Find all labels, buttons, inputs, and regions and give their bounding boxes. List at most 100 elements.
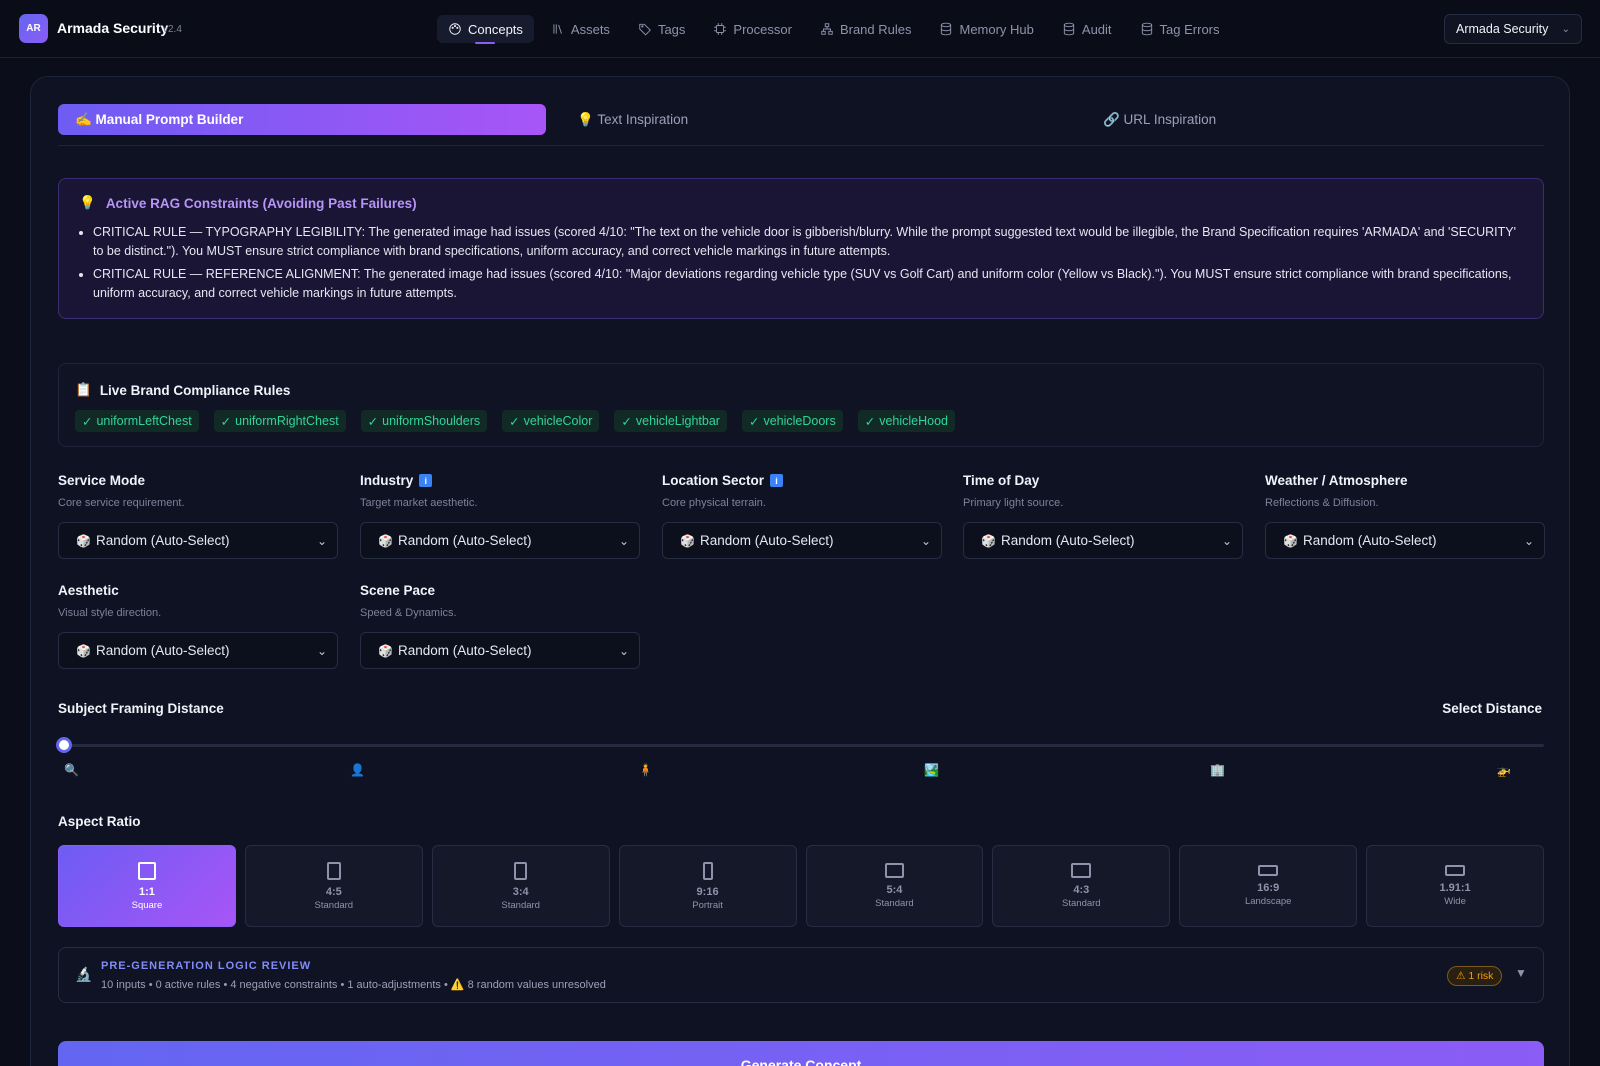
compliance-chip: ✓ vehicleDoors: [741, 410, 843, 432]
brand-compliance-panel: 📋 Live Brand Compliance Rules ✓ uniformLe…: [58, 363, 1544, 447]
prompt-builder-card: ✍️ Manual Prompt Builder 💡 Text Inspirat…: [30, 76, 1570, 1066]
portrait-shape-icon: [326, 861, 341, 880]
check-icon: ✓: [220, 414, 232, 429]
chevron-down-icon: ⌄: [316, 533, 327, 548]
nav-memory-hub[interactable]: Memory Hub: [928, 15, 1044, 43]
cpu-icon: [714, 23, 727, 35]
framing-label: Subject Framing Distance: [58, 701, 224, 716]
field-weather: Weather / Atmosphere Reflections & Diffu…: [1265, 473, 1545, 559]
nav-brand-rules[interactable]: Brand Rules: [809, 15, 923, 43]
info-icon[interactable]: i: [770, 474, 784, 487]
nav-label: Concepts: [468, 21, 523, 37]
person-standing-icon[interactable]: 🧍: [638, 763, 653, 777]
dice-icon: 🎲: [680, 533, 695, 548]
chip-label: vehicleLightbar: [635, 414, 720, 428]
field-label-text: Time of Day: [963, 473, 1040, 488]
chevron-down-icon: ⌄: [1561, 23, 1570, 35]
dice-icon: 🎲: [981, 533, 996, 548]
scene-pace-select[interactable]: 🎲 Random (Auto-Select) ⌄: [360, 632, 640, 669]
tag-icon: [639, 23, 651, 36]
service-mode-select[interactable]: 🎲 Random (Auto-Select) ⌄: [58, 522, 338, 559]
nav-assets[interactable]: Assets: [540, 15, 621, 43]
check-icon: ✓: [748, 414, 760, 429]
mode-tabs: ✍️ Manual Prompt Builder 💡 Text Inspirat…: [58, 104, 1544, 146]
field-label: Scene Pace: [360, 583, 640, 598]
square-shape-icon: [137, 861, 156, 880]
aspect-option-16-9[interactable]: 16:9 Landscape: [1179, 845, 1358, 927]
compliance-chip: ✓ uniformLeftChest: [75, 410, 199, 432]
caret-down-icon[interactable]: ▼: [1515, 966, 1527, 980]
aspect-option-1-91-1[interactable]: 1.91:1 Wide: [1366, 845, 1544, 927]
aspect-ratio-desc: Square: [131, 899, 163, 911]
aspect-option-3-4[interactable]: 3:4 Standard: [431, 845, 610, 927]
time-of-day-select[interactable]: 🎲 Random (Auto-Select) ⌄: [963, 522, 1243, 559]
framing-slider-thumb[interactable]: [56, 737, 72, 753]
aspect-option-1-1[interactable]: 1:1 Square: [58, 845, 236, 927]
framing-slider-track[interactable]: [64, 744, 1544, 747]
compliance-chip: ✓ vehicleHood: [857, 410, 955, 432]
database-icon: [1141, 22, 1152, 36]
generate-concept-button[interactable]: Generate Concept: [58, 1041, 1544, 1066]
dice-icon: 🎲: [76, 533, 91, 548]
landscape-shape-icon: [1258, 865, 1279, 876]
field-location-sector: Location Sector i Core physical terrain. …: [662, 473, 942, 559]
nav-label: Tag Errors: [1159, 21, 1220, 37]
aspect-option-5-4[interactable]: 5:4 Standard: [805, 845, 984, 927]
aspect-ratio-label: Aspect Ratio: [58, 814, 141, 829]
select-value-text: Random (Auto-Select): [95, 533, 230, 548]
location-sector-select[interactable]: 🎲 Random (Auto-Select) ⌄: [662, 522, 942, 559]
field-label-text: Location Sector: [662, 473, 765, 488]
aspect-ratio-desc: Landscape: [1244, 896, 1292, 907]
aspect-ratio-value: 16:9: [1257, 882, 1280, 894]
nav-processor[interactable]: Processor: [702, 15, 803, 43]
nav-tags[interactable]: Tags: [627, 15, 696, 43]
chip-label: uniformLeftChest: [96, 414, 192, 428]
info-icon[interactable]: i: [419, 474, 433, 487]
aspect-ratio-value: 4:5: [325, 885, 342, 898]
magnifier-icon[interactable]: 🔍: [64, 763, 79, 777]
aspect-ratio-value: 1.91:1: [1439, 882, 1471, 894]
helicopter-icon[interactable]: 🚁: [1496, 763, 1511, 777]
aesthetic-select[interactable]: 🎲 Random (Auto-Select) ⌄: [58, 632, 338, 669]
aspect-ratio-value: 9:16: [696, 885, 719, 898]
organization-select[interactable]: Armada Security ⌄: [1444, 14, 1582, 44]
aspect-option-4-3[interactable]: 4:3 Standard: [992, 845, 1171, 927]
person-bust-icon[interactable]: 👤: [350, 763, 365, 777]
nav-audit[interactable]: Audit: [1051, 15, 1123, 43]
rag-title-text: Active RAG Constraints (Avoiding Past Fa…: [105, 195, 417, 211]
weather-select[interactable]: 🎲 Random (Auto-Select) ⌄: [1265, 522, 1545, 559]
field-label-text: Industry: [360, 473, 414, 488]
select-value: 🎲 Random (Auto-Select): [981, 533, 1135, 548]
landscape-shape-icon: [1071, 863, 1092, 878]
nav-label: Assets: [570, 21, 610, 37]
tab-manual-prompt-builder[interactable]: ✍️ Manual Prompt Builder: [58, 104, 546, 135]
select-value-text: Random (Auto-Select): [1302, 533, 1437, 548]
industry-select[interactable]: 🎲 Random (Auto-Select) ⌄: [360, 522, 640, 559]
aspect-option-4-5[interactable]: 4:5 Standard: [244, 845, 423, 927]
aspect-ratio-desc: Standard: [875, 898, 914, 909]
select-value-text: Random (Auto-Select): [1000, 533, 1135, 548]
nav-label: Audit: [1081, 21, 1112, 37]
field-label-text: Aesthetic: [58, 583, 119, 598]
nav-concepts[interactable]: Concepts: [437, 15, 534, 44]
select-value: 🎲 Random (Auto-Select): [1283, 533, 1437, 548]
compliance-chip: ✓ uniformRightChest: [213, 410, 346, 432]
tab-url-inspiration[interactable]: 🔗 URL Inspiration: [1103, 104, 1216, 135]
main-nav: Concepts Assets Tags Processor Brand Rul…: [437, 15, 1231, 44]
field-label: Time of Day: [963, 473, 1243, 488]
landscape-shape-icon: [884, 863, 904, 878]
pre-generation-review[interactable]: 🔬 PRE-GENERATION LOGIC REVIEW 10 inputs …: [58, 947, 1544, 1003]
review-detail: 10 inputs • 0 active rules • 4 negative …: [101, 979, 606, 991]
select-value: 🎲 Random (Auto-Select): [680, 533, 834, 548]
field-aesthetic: Aesthetic Visual style direction. 🎲 Rando…: [58, 583, 338, 669]
aspect-option-9-16[interactable]: 9:16 Portrait: [618, 845, 797, 927]
select-value: 🎲 Random (Auto-Select): [378, 533, 532, 548]
framing-stops: 🔍 👤 🧍 🏞️ 🏢 🚁: [58, 763, 1544, 781]
building-icon[interactable]: 🏢: [1210, 763, 1225, 777]
landscape-icon[interactable]: 🏞️: [924, 763, 939, 777]
chevron-down-icon: ⌄: [618, 533, 629, 548]
field-label-text: Service Mode: [58, 473, 146, 488]
nav-tag-errors[interactable]: Tag Errors: [1129, 15, 1231, 43]
app-logo[interactable]: AR: [19, 14, 48, 43]
tab-text-inspiration[interactable]: 💡 Text Inspiration: [577, 104, 688, 135]
